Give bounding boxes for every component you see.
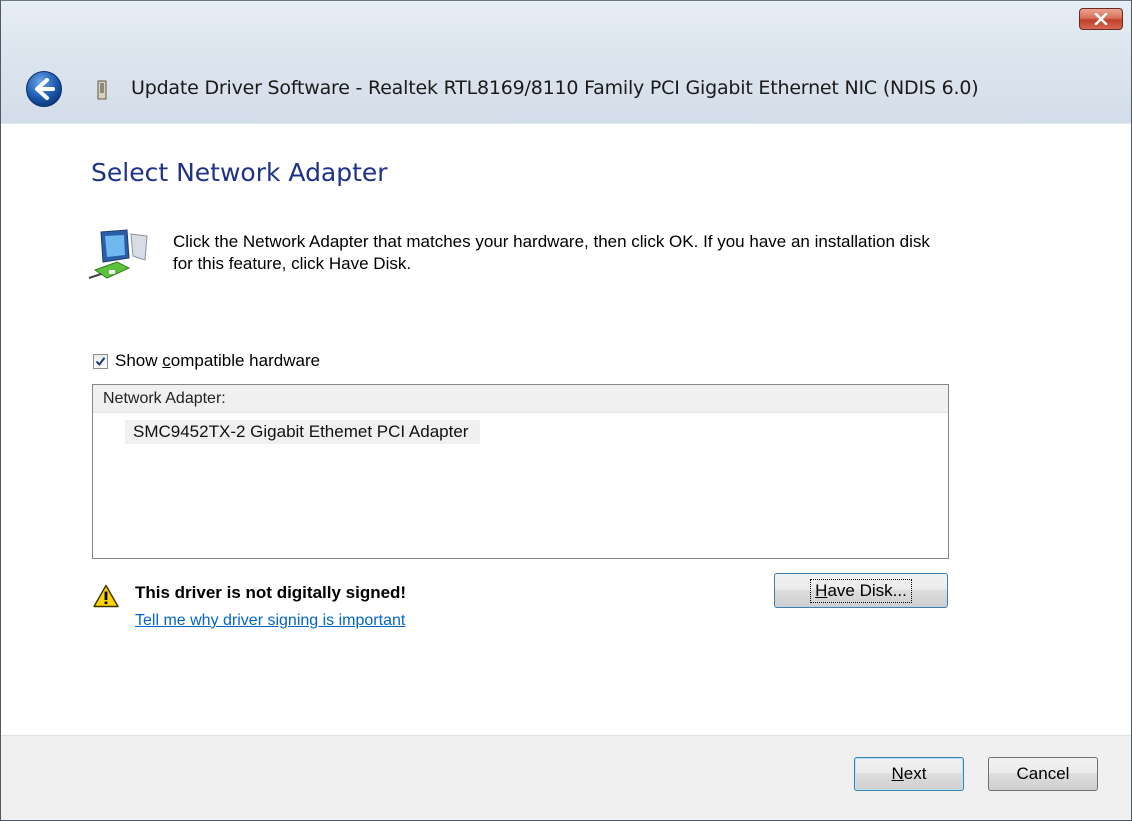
checkmark-icon xyxy=(95,356,106,366)
show-compatible-label[interactable]: Show compatible hardware xyxy=(115,351,320,371)
network-adapter-icon xyxy=(88,229,148,279)
show-compatible-checkbox[interactable] xyxy=(93,353,108,369)
show-compatible-row[interactable]: Show compatible hardware xyxy=(93,351,320,371)
unsigned-driver-warning: This driver is not digitally signed! xyxy=(135,583,407,602)
driver-signing-link[interactable]: Tell me why driver signing is important xyxy=(135,612,405,630)
device-icon xyxy=(97,80,107,100)
cancel-button[interactable]: Cancel xyxy=(988,757,1098,791)
close-button[interactable] xyxy=(1079,8,1123,30)
warning-icon xyxy=(93,584,119,608)
title-bar: Update Driver Software - Realtek RTL8169… xyxy=(1,1,1131,123)
list-header: Network Adapter: xyxy=(93,385,948,413)
have-disk-button[interactable]: Have Disk... xyxy=(774,573,948,608)
instructions-text: Click the Network Adapter that matches y… xyxy=(173,232,930,273)
wizard-content: Select Network Adapter Click the Network… xyxy=(1,123,1131,736)
page-title: Select Network Adapter xyxy=(91,158,388,187)
update-driver-window: Update Driver Software - Realtek RTL8169… xyxy=(0,0,1132,821)
wizard-footer: Next Cancel xyxy=(1,735,1131,820)
next-label: Next xyxy=(891,764,927,783)
list-item[interactable]: SMC9452TX-2 Gigabit Ethemet PCI Adapter xyxy=(125,420,481,444)
network-adapter-list[interactable]: Network Adapter: SMC9452TX-2 Gigabit Eth… xyxy=(92,384,949,559)
back-arrow-icon[interactable] xyxy=(25,70,63,108)
window-title: Update Driver Software - Realtek RTL8169… xyxy=(131,77,979,99)
close-icon xyxy=(1094,13,1108,25)
next-button[interactable]: Next xyxy=(854,757,964,791)
have-disk-label: Have Disk... xyxy=(810,578,912,603)
